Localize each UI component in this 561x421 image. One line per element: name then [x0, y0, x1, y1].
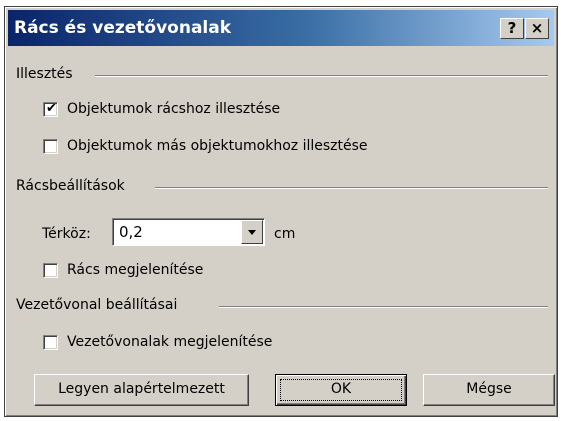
title-bar: Rács és vezetővonalak ? × [8, 10, 554, 46]
snap-group-label: Illesztés [16, 66, 77, 82]
dialog-title: Rács és vezetővonalak [14, 18, 232, 38]
set-default-button[interactable]: Legyen alapértelmezett [34, 374, 249, 406]
chevron-down-icon [248, 230, 256, 235]
show-guides-checkbox[interactable] [43, 335, 58, 350]
spacing-dropdown-button[interactable] [241, 220, 263, 244]
help-button[interactable]: ? [500, 18, 524, 39]
snap-to-objects-label: Objektumok más objektumokhoz illesztése [67, 138, 368, 154]
snap-group-separator [95, 75, 548, 77]
grid-group-label: Rácsbeállítások [16, 178, 129, 194]
snap-to-objects-checkbox[interactable] [43, 139, 58, 154]
show-guides-label: Vezetővonalak megjelenítése [67, 334, 273, 350]
guides-group-separator [219, 306, 548, 308]
spacing-unit: cm [274, 226, 296, 242]
ok-button-label: OK [330, 381, 352, 397]
close-button[interactable]: × [525, 18, 549, 39]
ok-button[interactable]: OK [275, 374, 407, 406]
grid-group-separator [155, 187, 548, 189]
spacing-combobox[interactable]: 0,2 [112, 218, 265, 246]
cancel-button[interactable]: Mégse [423, 374, 555, 406]
spacing-value: 0,2 [119, 223, 143, 241]
snap-to-grid-checkbox[interactable]: ✔ [43, 101, 58, 117]
spacing-label: Térköz: [42, 226, 91, 242]
show-grid-label: Rács megjelenítése [67, 262, 204, 278]
guides-group-label: Vezetővonal beállításai [16, 297, 182, 313]
grid-and-guides-dialog: Rács és vezetővonalak ? × Illesztés ✔ Ob… [4, 6, 558, 417]
snap-to-grid-label: Objektumok rácshoz illesztése [67, 101, 281, 117]
show-grid-checkbox[interactable] [43, 263, 58, 278]
checkmark-icon: ✔ [46, 101, 57, 116]
